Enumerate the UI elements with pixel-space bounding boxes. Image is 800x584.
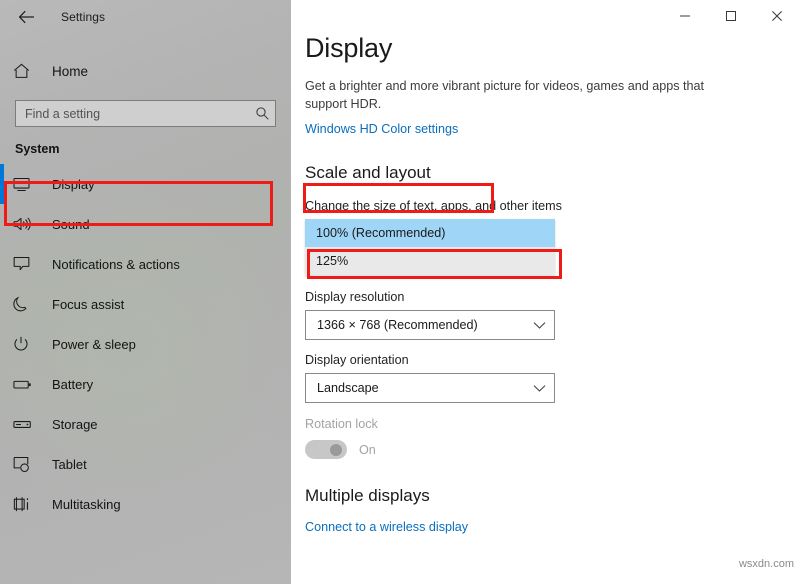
- notification-icon: [13, 256, 41, 272]
- rotation-lock-row: On: [305, 440, 800, 459]
- orientation-dropdown[interactable]: Landscape: [305, 373, 555, 403]
- hdr-description: Get a brighter and more vibrant picture …: [305, 77, 717, 114]
- sidebar-group-header: System: [0, 142, 291, 156]
- window-controls: [662, 0, 800, 32]
- sidebar-item-notifications[interactable]: Notifications & actions: [0, 244, 291, 284]
- sidebar-item-label: Sound: [52, 217, 90, 232]
- resolution-field-label: Display resolution: [305, 290, 800, 304]
- multiple-displays-heading: Multiple displays: [305, 486, 800, 506]
- rotation-lock-toggle: [305, 440, 347, 459]
- wireless-display-link[interactable]: Connect to a wireless display: [305, 520, 468, 534]
- toggle-knob: [330, 444, 342, 456]
- minimize-button[interactable]: [662, 0, 708, 32]
- rotation-lock-state: On: [359, 443, 376, 457]
- battery-icon: [13, 378, 41, 391]
- tablet-icon: [13, 456, 41, 473]
- sidebar-item-storage[interactable]: Storage: [0, 404, 291, 444]
- sidebar-item-home[interactable]: Home: [0, 53, 291, 89]
- maximize-button[interactable]: [708, 0, 754, 32]
- close-button[interactable]: [754, 0, 800, 32]
- scale-option-100[interactable]: 100% (Recommended): [305, 219, 555, 247]
- sidebar-item-sound[interactable]: Sound: [0, 204, 291, 244]
- monitor-icon: [13, 177, 41, 192]
- orientation-value: Landscape: [317, 381, 379, 395]
- resolution-dropdown[interactable]: 1366 × 768 (Recommended): [305, 310, 555, 340]
- sidebar-item-tablet[interactable]: Tablet: [0, 444, 291, 484]
- power-icon: [13, 336, 41, 352]
- moon-icon: [13, 296, 41, 312]
- sidebar: Settings Home System: [0, 0, 291, 584]
- resolution-value: 1366 × 768 (Recommended): [317, 318, 478, 332]
- search-icon[interactable]: [249, 106, 275, 121]
- rotation-lock-label: Rotation lock: [305, 417, 800, 431]
- chevron-down-icon: [533, 321, 546, 330]
- multitasking-icon: [13, 496, 41, 513]
- search-box[interactable]: [15, 100, 276, 127]
- chevron-down-icon: [533, 384, 546, 393]
- speaker-icon: [13, 216, 41, 232]
- app-title: Settings: [61, 10, 105, 24]
- back-arrow-icon[interactable]: [11, 3, 41, 31]
- scale-option-125[interactable]: 125%: [305, 247, 555, 275]
- windows-hd-color-link[interactable]: Windows HD Color settings: [305, 122, 458, 136]
- sidebar-item-label: Display: [52, 177, 95, 192]
- sidebar-item-battery[interactable]: Battery: [0, 364, 291, 404]
- sidebar-item-label: Focus assist: [52, 297, 124, 312]
- sidebar-item-label: Power & sleep: [52, 337, 136, 352]
- scale-field-label: Change the size of text, apps, and other…: [305, 199, 800, 213]
- settings-window: Settings Home System: [0, 0, 800, 584]
- storage-icon: [13, 419, 41, 430]
- home-icon: [13, 63, 39, 79]
- sidebar-item-label: Multitasking: [52, 497, 121, 512]
- sidebar-item-label: Battery: [52, 377, 93, 392]
- search-input[interactable]: [16, 101, 249, 126]
- sidebar-item-label: Notifications & actions: [52, 257, 180, 272]
- page-title: Display: [305, 34, 800, 64]
- sidebar-item-label: Storage: [52, 417, 98, 432]
- sidebar-item-label: Tablet: [52, 457, 87, 472]
- sidebar-nav-list: Display Sound: [0, 164, 291, 524]
- sidebar-item-display[interactable]: Display: [0, 164, 291, 204]
- watermark: wsxdn.com: [739, 558, 794, 570]
- scale-dropdown-list[interactable]: 100% (Recommended) 125%: [305, 219, 555, 275]
- display-settings-panel: Display Get a brighter and more vibrant …: [291, 0, 800, 536]
- main-content: Display Get a brighter and more vibrant …: [291, 0, 800, 584]
- sidebar-item-multitasking[interactable]: Multitasking: [0, 484, 291, 524]
- home-label: Home: [52, 64, 88, 79]
- sidebar-item-focus-assist[interactable]: Focus assist: [0, 284, 291, 324]
- sidebar-item-power-sleep[interactable]: Power & sleep: [0, 324, 291, 364]
- scale-and-layout-heading: Scale and layout: [305, 163, 800, 183]
- orientation-field-label: Display orientation: [305, 353, 800, 367]
- sidebar-titlebar: Settings: [0, 0, 291, 34]
